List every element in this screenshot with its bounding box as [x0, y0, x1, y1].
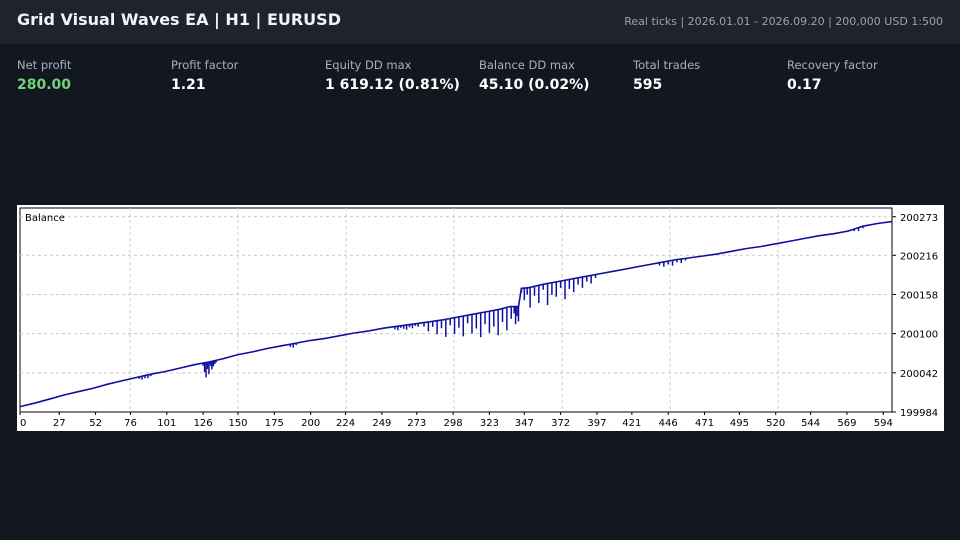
stat-value: 595	[633, 77, 663, 93]
x-tick-label: 544	[801, 418, 820, 429]
stat-balance-dd: Balance DD max 45.10 (0.02%)	[479, 58, 590, 93]
x-tick-label: 101	[157, 418, 176, 429]
x-tick-label: 27	[53, 418, 66, 429]
balance-chart: 0 27 52 76 101 126 150 175 200 224 249 273 298 323 347…	[17, 205, 944, 431]
stat-value: 280.00	[17, 77, 72, 93]
plot-area	[19, 207, 893, 413]
stat-value: 1.21	[171, 77, 206, 93]
stat-value: 1 619.12 (0.81%)	[325, 77, 460, 93]
stat-profit-factor: Profit factor 1.21	[171, 58, 238, 93]
stat-total-trades: Total trades 595	[633, 58, 700, 93]
stat-value: 0.17	[787, 77, 822, 93]
x-tick-label: 347	[515, 418, 534, 429]
x-tick-label: 372	[551, 418, 570, 429]
x-tick-label: 52	[89, 418, 102, 429]
x-tick-label: 397	[587, 418, 606, 429]
stat-label: Net profit	[17, 58, 72, 72]
y-tick-label: 200216	[900, 251, 938, 262]
x-tick-label: 471	[695, 418, 714, 429]
x-tick-label: 323	[480, 418, 499, 429]
x-tick-label: 126	[194, 418, 213, 429]
x-tick-label: 150	[228, 418, 247, 429]
stat-label: Balance DD max	[479, 58, 575, 72]
x-tick-label: 224	[336, 418, 355, 429]
x-tick-label: 495	[730, 418, 749, 429]
x-tick-label: 594	[874, 418, 893, 429]
stat-net-profit: Net profit 280.00	[17, 58, 71, 93]
x-axis: 0 27 52 76 101 126 150 175 200 224 249 273 298 323 347…	[19, 412, 893, 429]
stat-equity-dd: Equity DD max 1 619.12 (0.81%)	[325, 58, 460, 93]
stat-label: Recovery factor	[787, 58, 878, 72]
report-header: Grid Visual Waves EA | H1 | EURUSD Real …	[0, 0, 960, 44]
x-tick-label: 273	[407, 418, 426, 429]
y-tick-label: 199984	[900, 408, 938, 419]
x-tick-label: 446	[659, 418, 678, 429]
y-tick-label: 200158	[900, 290, 938, 301]
test-settings-summary: Real ticks | 2026.01.01 - 2026.09.20 | 2…	[624, 15, 943, 28]
y-tick-label: 200100	[900, 330, 938, 341]
stat-label: Profit factor	[171, 58, 239, 72]
y-tick-label: 200273	[900, 213, 938, 224]
x-tick-label: 520	[766, 418, 785, 429]
stat-recovery-factor: Recovery factor 0.17	[787, 58, 878, 93]
x-tick-label: 569	[837, 418, 856, 429]
y-tick-label: 200042	[900, 369, 938, 380]
stat-label: Total trades	[633, 58, 701, 72]
chart-title: Balance	[25, 213, 65, 224]
x-tick-label: 298	[444, 418, 463, 429]
x-tick-label: 249	[372, 418, 391, 429]
x-tick-label: 175	[265, 418, 284, 429]
stat-label: Equity DD max	[325, 58, 412, 72]
x-tick-label: 200	[301, 418, 320, 429]
x-tick-label: 421	[622, 418, 641, 429]
x-tick-label: 0	[20, 418, 26, 429]
stats-row: Net profit 280.00 Profit factor 1.21 Equ…	[17, 58, 947, 98]
balance-chart-svg: 0 27 52 76 101 126 150 175 200 224 249 273 298 323 347…	[19, 207, 938, 429]
y-axis: 199984 200042 200100 200158 200216 200273	[892, 213, 938, 419]
stat-value: 45.10 (0.02%)	[479, 77, 590, 93]
x-tick-label: 76	[124, 418, 137, 429]
report-title: Grid Visual Waves EA | H1 | EURUSD	[17, 10, 341, 29]
